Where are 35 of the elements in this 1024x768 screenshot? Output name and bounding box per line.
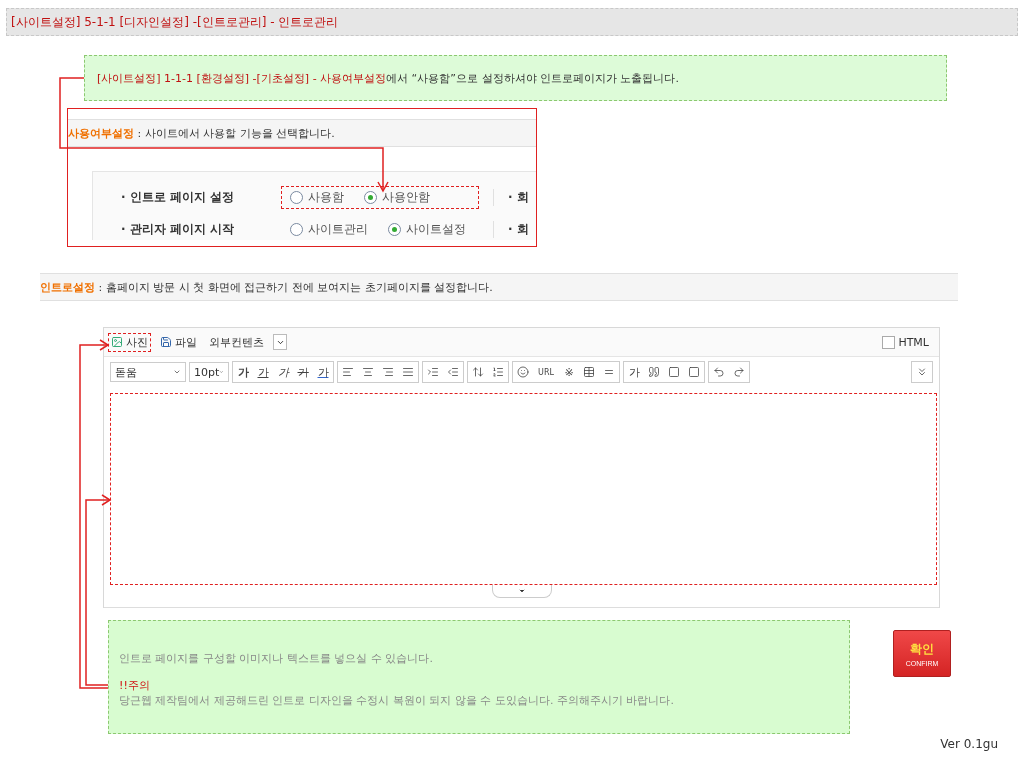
setting-label: · 관리자 페이지 시작 xyxy=(121,220,236,238)
radio-option[interactable]: 사용안함 xyxy=(364,188,430,206)
font-select[interactable]: 돋움 xyxy=(110,362,186,382)
help-text: 인트로 페이지를 구성할 이미지나 텍스트를 넣으실 수 있습니다. xyxy=(119,651,434,666)
size-select[interactable]: 10pt xyxy=(189,362,229,382)
format-button[interactable]: 가 xyxy=(253,362,273,382)
dropdown-button[interactable] xyxy=(273,334,287,350)
format-button[interactable]: 가 xyxy=(293,362,313,382)
url-button[interactable]: URL xyxy=(533,362,559,382)
notice-text: [사이트설정] 1-1-1 [환경설정] -[기초설정] - 사용여부설정에서 “사용함”으로 설정하셔야 인트로페이지가 노출됩니다. xyxy=(84,55,947,101)
radio-option[interactable]: 사용함 xyxy=(290,188,344,206)
section-description: 인트로설정 : 홈페이지 방문 시 첫 화면에 접근하기 전에 보여지는 초기페이지를 설정합니다. xyxy=(40,279,493,295)
caret-icon xyxy=(173,368,181,376)
radio-option[interactable]: 사이트관리 xyxy=(290,220,368,238)
setting-label: · 회 xyxy=(493,188,529,206)
resize-handle[interactable] xyxy=(491,585,552,598)
version-text: Ver 0.1gu xyxy=(940,737,998,751)
symbol-button[interactable]: ※ xyxy=(559,362,579,382)
image-icon xyxy=(111,336,123,348)
page-title: [사이트설정] 5-1-1 [디자인설정] -[인트로관리] - 인트로관리 xyxy=(6,8,1018,36)
format-button[interactable]: 가 xyxy=(313,362,333,382)
format-button[interactable]: 가 xyxy=(273,362,293,382)
caret-icon xyxy=(219,368,224,376)
attach-button[interactable]: 사진 xyxy=(108,332,151,352)
radio-option[interactable]: 사이트설정 xyxy=(388,220,466,238)
setting-label: · 인트로 페이지 설정 xyxy=(121,188,236,206)
html-checkbox[interactable]: HTML xyxy=(882,335,929,349)
setting-label: · 회 xyxy=(493,220,529,238)
attach-button[interactable]: 파일 xyxy=(157,332,200,352)
warning-text: 당근웹 제작팀에서 제공해드린 인트로 디자인을 수정시 복원이 되지 않을 수 도있습니다. 주의해주시기 바랍니다. xyxy=(119,693,675,708)
format-button[interactable]: 가 xyxy=(233,362,253,382)
warning-title: !!주의 xyxy=(119,678,151,693)
caret-icon xyxy=(517,587,526,595)
section-description: 사용여부설정 : 사이트에서 사용할 기능을 선택합니다. xyxy=(68,125,335,141)
attach-button[interactable]: 외부컨텐츠 xyxy=(206,332,267,352)
